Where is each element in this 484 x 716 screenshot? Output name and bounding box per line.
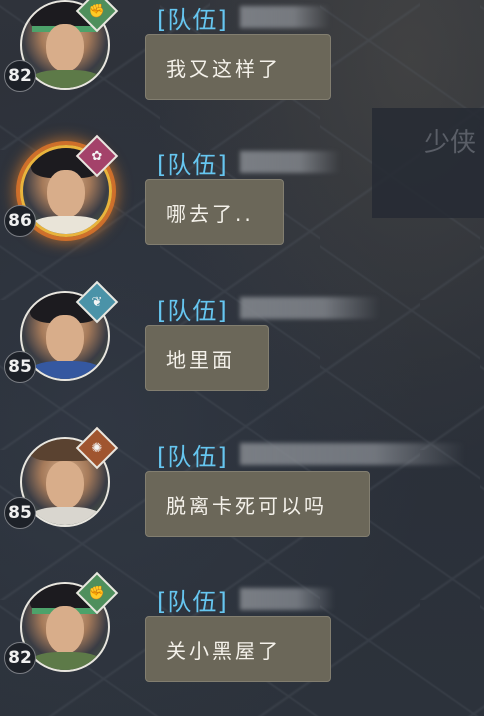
player-name-redacted[interactable]: [240, 443, 465, 465]
message-bubble: 哪去了..: [145, 179, 284, 245]
message-bubble: 脱离卡死可以吗: [145, 471, 370, 537]
message-bubble: 关小黑屋了: [145, 616, 331, 682]
chat-message: ✺ 85 [队伍] 脱离卡死可以吗: [0, 426, 484, 557]
player-name-redacted[interactable]: [240, 297, 380, 319]
player-name-redacted[interactable]: [240, 151, 340, 173]
player-avatar[interactable]: ✊ 82: [4, 571, 119, 674]
player-avatar[interactable]: ✺ 85: [4, 426, 119, 529]
team-channel-tag[interactable]: [队伍]: [157, 437, 228, 472]
chat-message: ❦ 85 [队伍] 地里面: [0, 280, 484, 411]
message-bubble: 地里面: [145, 325, 269, 391]
chat-message: ✊ 82 [队伍] 我又这样了: [0, 0, 484, 120]
chat-message: ✿ 86 [队伍] 哪去了..: [0, 134, 484, 265]
level-badge: 86: [4, 205, 36, 237]
level-badge: 82: [4, 642, 36, 674]
team-channel-tag[interactable]: [队伍]: [157, 291, 228, 326]
level-badge: 82: [4, 60, 36, 92]
chat-message: ✊ 82 [队伍] 关小黑屋了: [0, 571, 484, 702]
team-channel-tag[interactable]: [队伍]: [157, 0, 228, 35]
player-avatar[interactable]: ❦ 85: [4, 280, 119, 383]
player-name-redacted[interactable]: [240, 588, 335, 610]
message-bubble: 我又这样了: [145, 34, 331, 100]
team-channel-tag[interactable]: [队伍]: [157, 582, 228, 617]
team-channel-tag[interactable]: [队伍]: [157, 145, 228, 180]
player-name-redacted[interactable]: [240, 6, 330, 28]
level-badge: 85: [4, 351, 36, 383]
player-avatar[interactable]: ✊ 82: [4, 0, 119, 92]
level-badge: 85: [4, 497, 36, 529]
player-avatar[interactable]: ✿ 86: [4, 134, 119, 237]
